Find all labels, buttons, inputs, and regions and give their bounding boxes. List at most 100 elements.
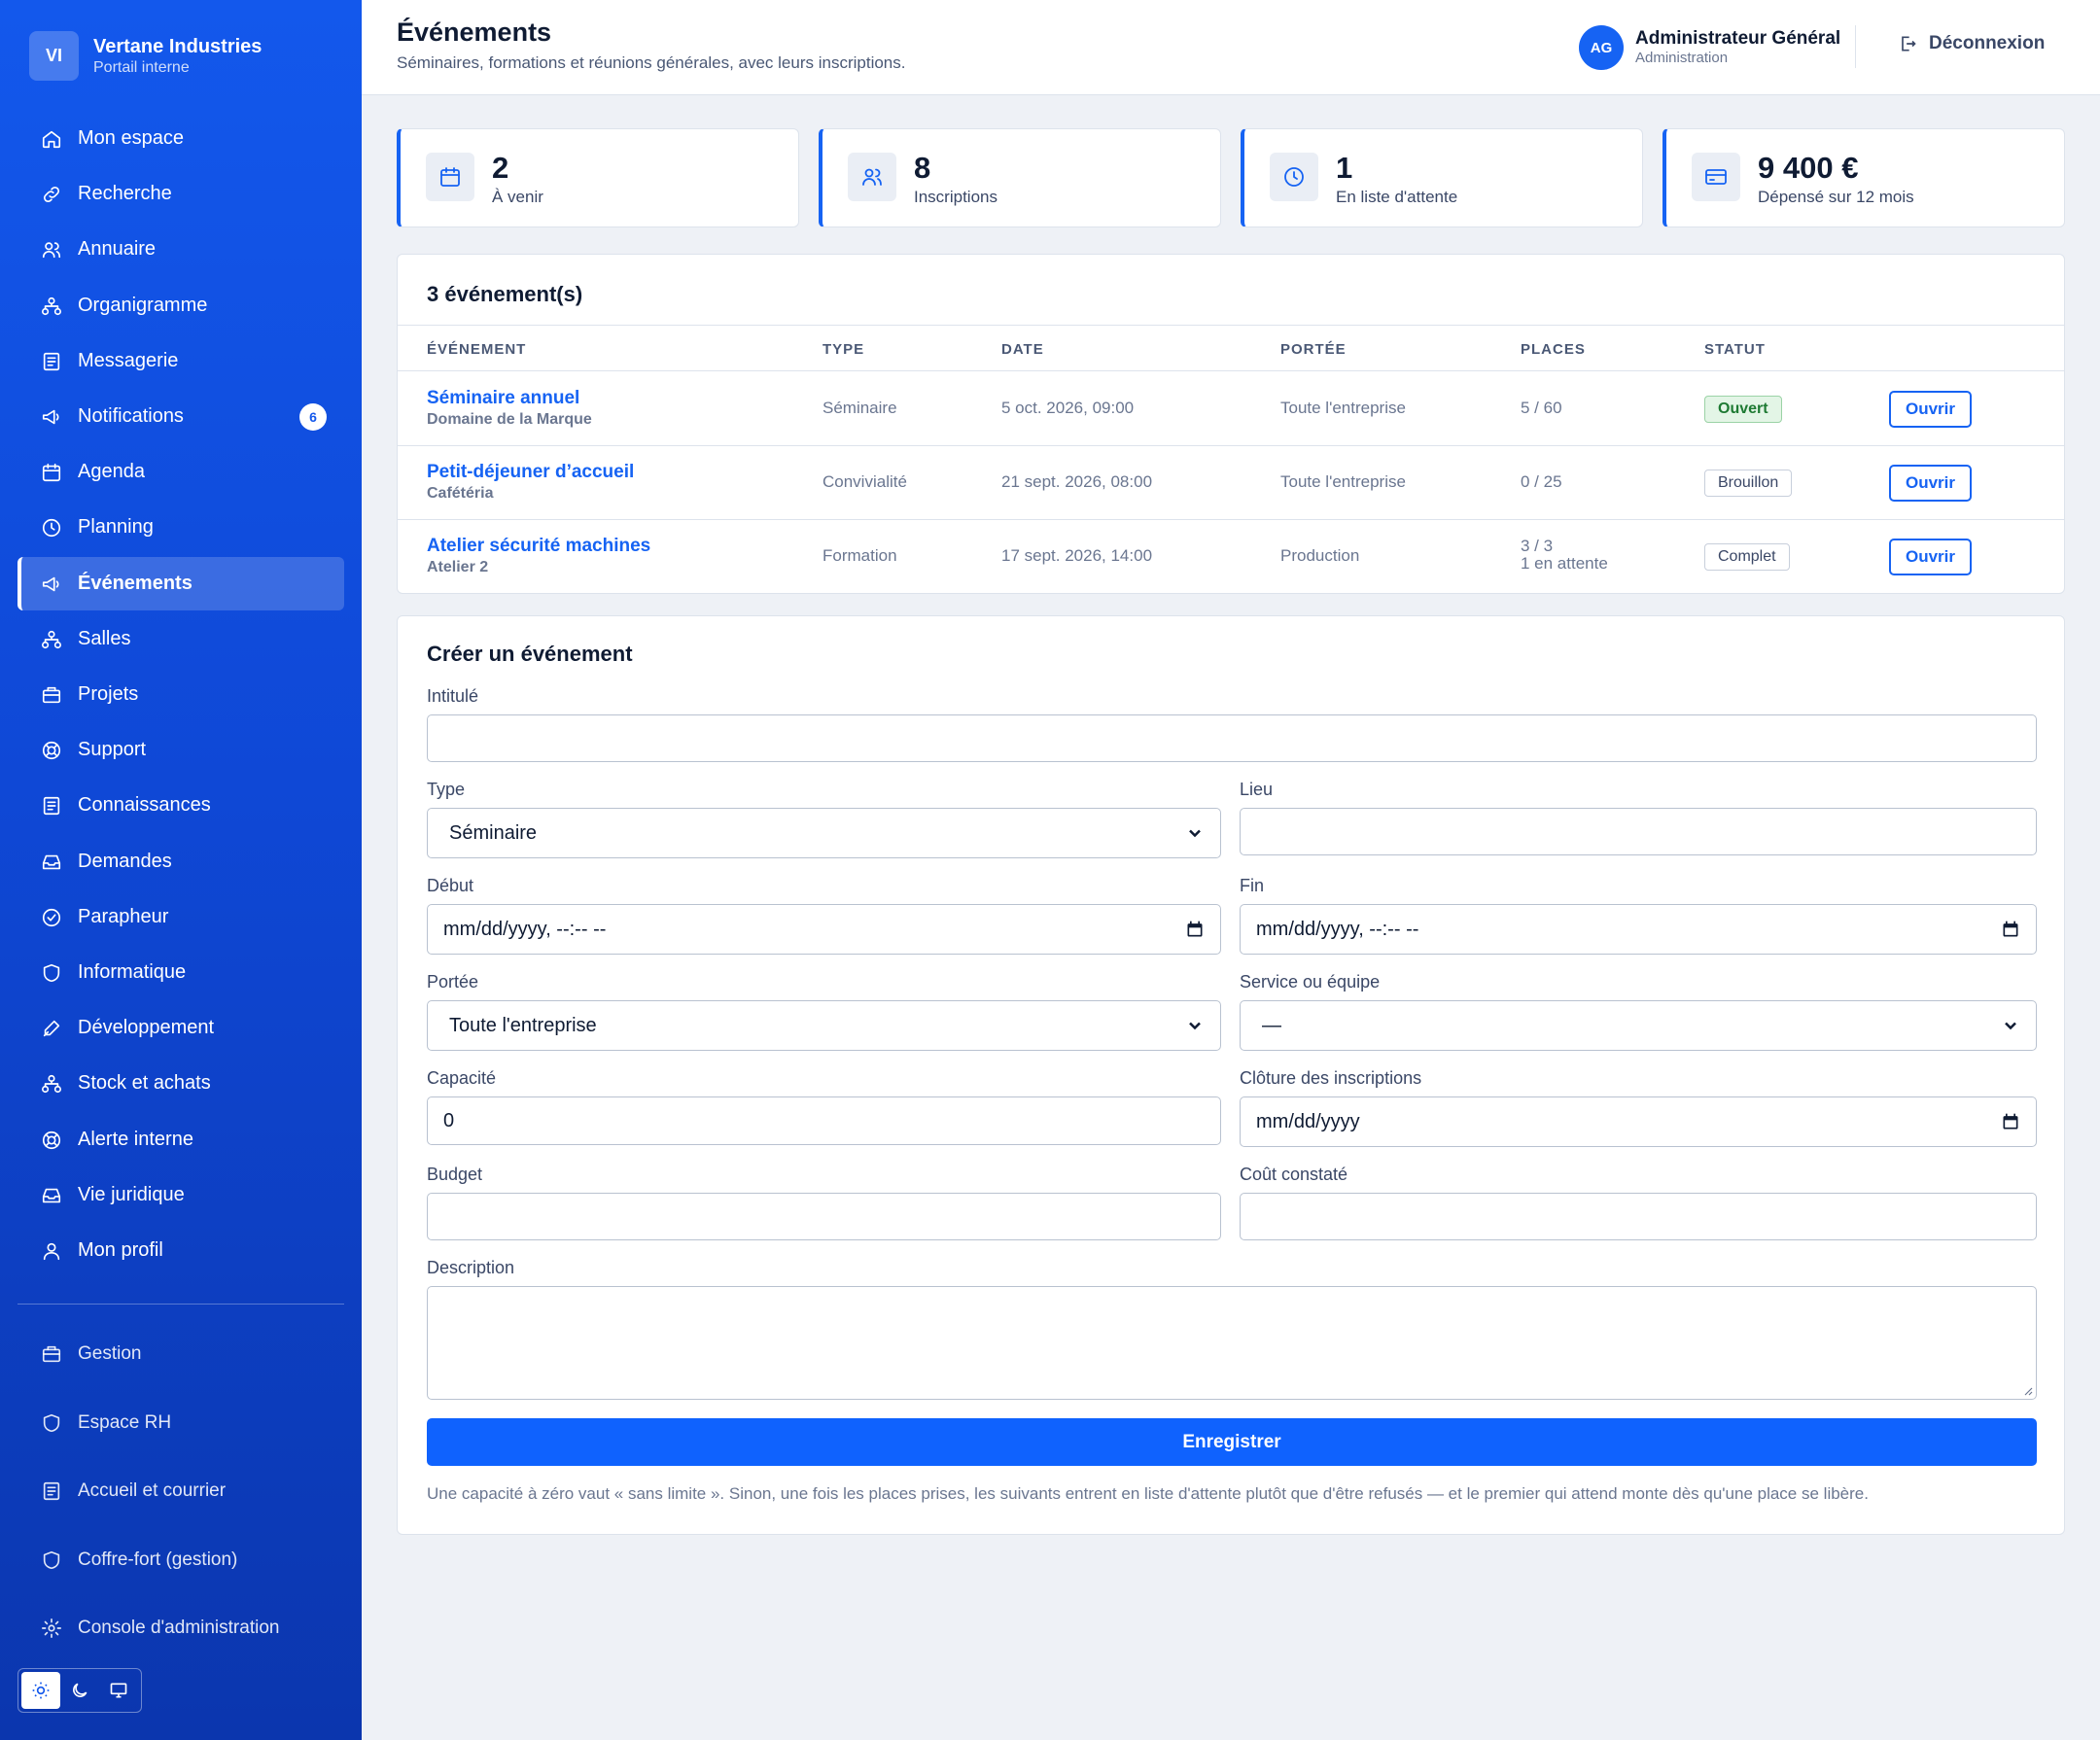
sidebar-item-demandes[interactable]: Demandes [18,835,344,888]
sidebar-item-agenda[interactable]: Agenda [18,445,344,499]
sidebar-item-developpement[interactable]: Développement [18,1001,344,1055]
sidebar-item-evenements[interactable]: Événements [18,557,344,610]
calendar-picker-icon[interactable] [2001,920,2020,939]
column-header-event[interactable]: ÉVÉNEMENT [427,341,526,358]
open-event-button[interactable]: Ouvrir [1889,465,1972,502]
sidebar-item-label: Agenda [78,461,145,482]
sidebar-item-vie-juridique[interactable]: Vie juridique [18,1168,344,1222]
type-select[interactable]: Séminaire [427,808,1221,858]
lifebuoy-icon [41,740,62,761]
document-icon [43,352,60,370]
sidebar-item-parapheur[interactable]: Parapheur [18,890,344,944]
chevron-down-icon [1189,829,1201,838]
sidebar-item-espace-rh[interactable]: Espace RH [18,1399,344,1447]
shield-icon [43,1413,60,1433]
sidebar-item-label: Accueil et courrier [78,1480,227,1501]
inbox-icon [41,852,62,873]
title-input[interactable] [427,714,2037,762]
end-datetime-input[interactable]: mm/dd/yyyy, --:-- -- [1240,904,2037,955]
description-textarea[interactable] [427,1286,2037,1400]
sidebar-item-support[interactable]: Support [18,723,344,777]
stat-card: 8 Inscriptions [819,128,1221,227]
calendar-picker-icon[interactable] [1185,920,1205,939]
team-select[interactable]: — [1240,1000,2037,1051]
sidebar-item-stock-et-achats[interactable]: Stock et achats [18,1057,344,1110]
monitor-icon [110,1683,127,1698]
column-header-date[interactable]: DATE [1001,341,1044,358]
scope-select[interactable]: Toute l'entreprise [427,1000,1221,1051]
sidebar-item-planning[interactable]: Planning [18,501,344,554]
open-event-button[interactable]: Ouvrir [1889,391,1972,428]
capacity-input[interactable]: 0 [427,1096,1221,1145]
end-value: mm/dd/yyyy, --:-- -- [1256,918,1419,940]
event-name-link[interactable]: Petit-déjeuner d’accueil [427,462,634,483]
status-badge: Ouvert [1704,396,1782,423]
sidebar-item-messagerie[interactable]: Messagerie [18,334,344,388]
sidebar-item-recherche[interactable]: Recherche [18,167,344,221]
save-button[interactable]: Enregistrer [427,1418,2037,1466]
sidebar-item-organigramme[interactable]: Organigramme [18,279,344,332]
deadline-date-input[interactable]: mm/dd/yyyy [1240,1096,2037,1147]
capacity-value: 0 [443,1109,455,1131]
column-header-status[interactable]: STATUT [1704,341,1766,358]
theme-toggle [18,1668,142,1713]
sidebar-item-informatique[interactable]: Informatique [18,946,344,999]
column-header-type[interactable]: TYPE [822,341,864,358]
budget-input[interactable] [427,1193,1221,1240]
actual-cost-label: Coût constaté [1240,1165,1348,1184]
open-event-button[interactable]: Ouvrir [1889,539,1972,575]
sidebar-item-connaissances[interactable]: Connaissances [18,779,344,832]
sidebar-item-label: Organigramme [78,295,208,316]
sidebar-item-projets[interactable]: Projets [18,668,344,721]
stat-card: 2 À venir [397,128,799,227]
create-event-form: Créer un événement Intitulé Type Séminai… [397,615,2065,1535]
document-icon [43,796,60,815]
location-input[interactable] [1240,808,2037,855]
user-icon [43,1242,60,1260]
event-scope: Toute l'entreprise [1280,472,1406,491]
check-circle-icon [42,908,61,926]
stat-label: En liste d'attente [1336,188,1458,206]
start-datetime-input[interactable]: mm/dd/yyyy, --:-- -- [427,904,1221,955]
form-title: Créer un événement [427,642,633,666]
document-icon [41,1480,62,1502]
user-menu[interactable]: AG Administrateur Général Administration [1579,25,1840,70]
theme-light-button[interactable] [21,1672,60,1709]
column-header-seats[interactable]: PLACES [1521,341,1586,358]
sidebar-item-mon-profil[interactable]: Mon profil [18,1224,344,1277]
sidebar-item-notifications[interactable]: Notifications 6 [18,390,344,443]
sidebar-item-gestion[interactable]: Gestion [18,1330,344,1378]
sidebar-item-accueil-et-courrier[interactable]: Accueil et courrier [18,1467,344,1515]
theme-system-button[interactable] [99,1672,138,1709]
calendar-picker-icon[interactable] [2001,1112,2020,1131]
column-header-scope[interactable]: PORTÉE [1280,341,1347,358]
sidebar-item-alerte-interne[interactable]: Alerte interne [18,1113,344,1166]
sidebar-item-salles[interactable]: Salles [18,612,344,666]
brand[interactable]: VI Vertane Industries Portail interne [29,31,262,81]
stat-card: 9 400 € Dépensé sur 12 mois [1662,128,2065,227]
table-header: ÉVÉNEMENT TYPE DATE PORTÉE PLACES STATUT [398,325,2064,371]
team-label: Service ou équipe [1240,972,1381,992]
sidebar-item-label: Messagerie [78,350,179,371]
event-name-link[interactable]: Atelier sécurité machines [427,536,650,557]
sidebar-item-annuaire[interactable]: Annuaire [18,223,344,276]
avatar: AG [1579,25,1624,70]
resize-handle-icon[interactable] [2021,1384,2033,1396]
logout-button[interactable]: Déconnexion [1898,33,2045,54]
stat-icon [426,153,474,201]
event-date: 21 sept. 2026, 08:00 [1001,472,1153,491]
sidebar-item-coffre-fort-gestion[interactable]: Coffre-fort (gestion) [18,1536,344,1584]
location-label: Lieu [1240,780,1274,799]
event-type: Formation [822,546,897,565]
theme-dark-button[interactable] [60,1672,99,1709]
sidebar-item-label: Informatique [78,961,187,983]
event-name-link[interactable]: Séminaire annuel [427,388,579,409]
sidebar-item-console-d-administration[interactable]: Console d'administration [18,1604,344,1653]
actual-cost-input[interactable] [1240,1193,2037,1240]
calendar-icon [440,167,460,187]
waitlist-note: 1 en attente [1521,554,1608,573]
clock-icon [41,517,62,539]
sidebar-item-mon-espace[interactable]: Mon espace [18,112,344,165]
start-label: Début [427,876,474,895]
seats-cell: 3 / 31 en attente [1521,538,1608,573]
